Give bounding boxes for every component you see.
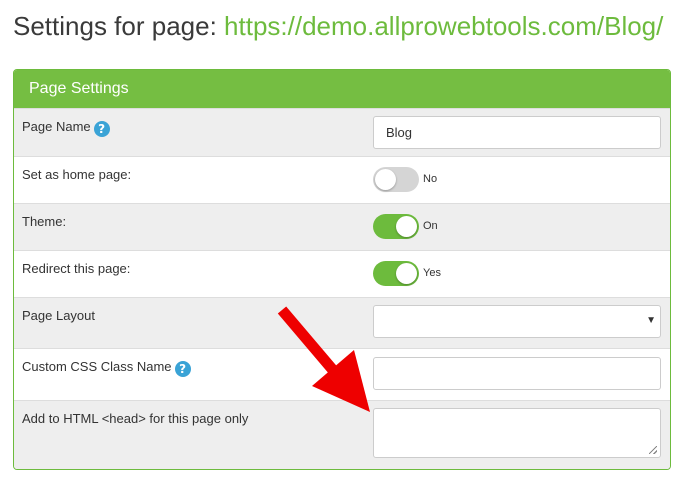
chevron-down-icon: ▼: [646, 315, 656, 326]
home-page-label: Set as home page:: [22, 167, 132, 182]
row-redirect: Redirect this page: Yes: [14, 250, 670, 297]
row-home-page: Set as home page: No: [14, 156, 670, 203]
head-html-label: Add to HTML <head> for this page only: [22, 411, 249, 426]
row-page-layout: Page Layout ▼: [14, 297, 670, 348]
theme-toggle[interactable]: [373, 213, 419, 239]
theme-toggle-state: On: [423, 220, 438, 232]
row-custom-css: Custom CSS Class Name?: [14, 348, 670, 400]
theme-label: Theme:: [22, 214, 67, 229]
toggle-knob: [375, 168, 396, 190]
page-name-label: Page Name?: [22, 119, 110, 137]
question-circle-icon[interactable]: ?: [174, 361, 191, 377]
row-head-html: Add to HTML <head> for this page only: [14, 400, 670, 469]
question-circle-icon[interactable]: ?: [93, 121, 110, 137]
page-title: Settings for page: https://demo.allprowe…: [13, 10, 663, 42]
head-html-textarea[interactable]: [373, 408, 661, 458]
row-page-name: Page Name?: [14, 108, 670, 156]
home-page-toggle-state: No: [423, 173, 438, 185]
redirect-toggle-group: Yes: [373, 260, 441, 286]
theme-toggle-group: On: [373, 213, 438, 239]
page-name-input[interactable]: [373, 116, 661, 149]
page-title-prefix: Settings for page:: [13, 11, 225, 41]
custom-css-input[interactable]: [373, 357, 661, 390]
redirect-label: Redirect this page:: [22, 261, 131, 276]
page-layout-select[interactable]: ▼: [373, 305, 661, 338]
toggle-knob: [396, 215, 417, 237]
page-layout-label: Page Layout: [22, 308, 96, 323]
panel-title: Page Settings: [14, 70, 670, 108]
redirect-toggle-state: Yes: [423, 267, 441, 279]
toggle-knob: [396, 262, 417, 284]
redirect-toggle[interactable]: [373, 260, 419, 286]
row-theme: Theme: On: [14, 203, 670, 250]
page-layout-select-box: [373, 305, 661, 338]
resize-grip-icon[interactable]: [649, 446, 657, 454]
custom-css-label: Custom CSS Class Name?: [22, 359, 191, 377]
custom-css-label-text: Custom CSS Class Name: [22, 359, 172, 374]
page-url-link[interactable]: https://demo.allprowebtools.com/Blog/: [224, 11, 663, 41]
page-settings-panel: Page Settings Page Name? Set as home pag…: [13, 69, 671, 470]
page-name-label-text: Page Name: [22, 119, 91, 134]
home-page-toggle-group: No: [373, 166, 438, 192]
home-page-toggle[interactable]: [373, 166, 419, 192]
